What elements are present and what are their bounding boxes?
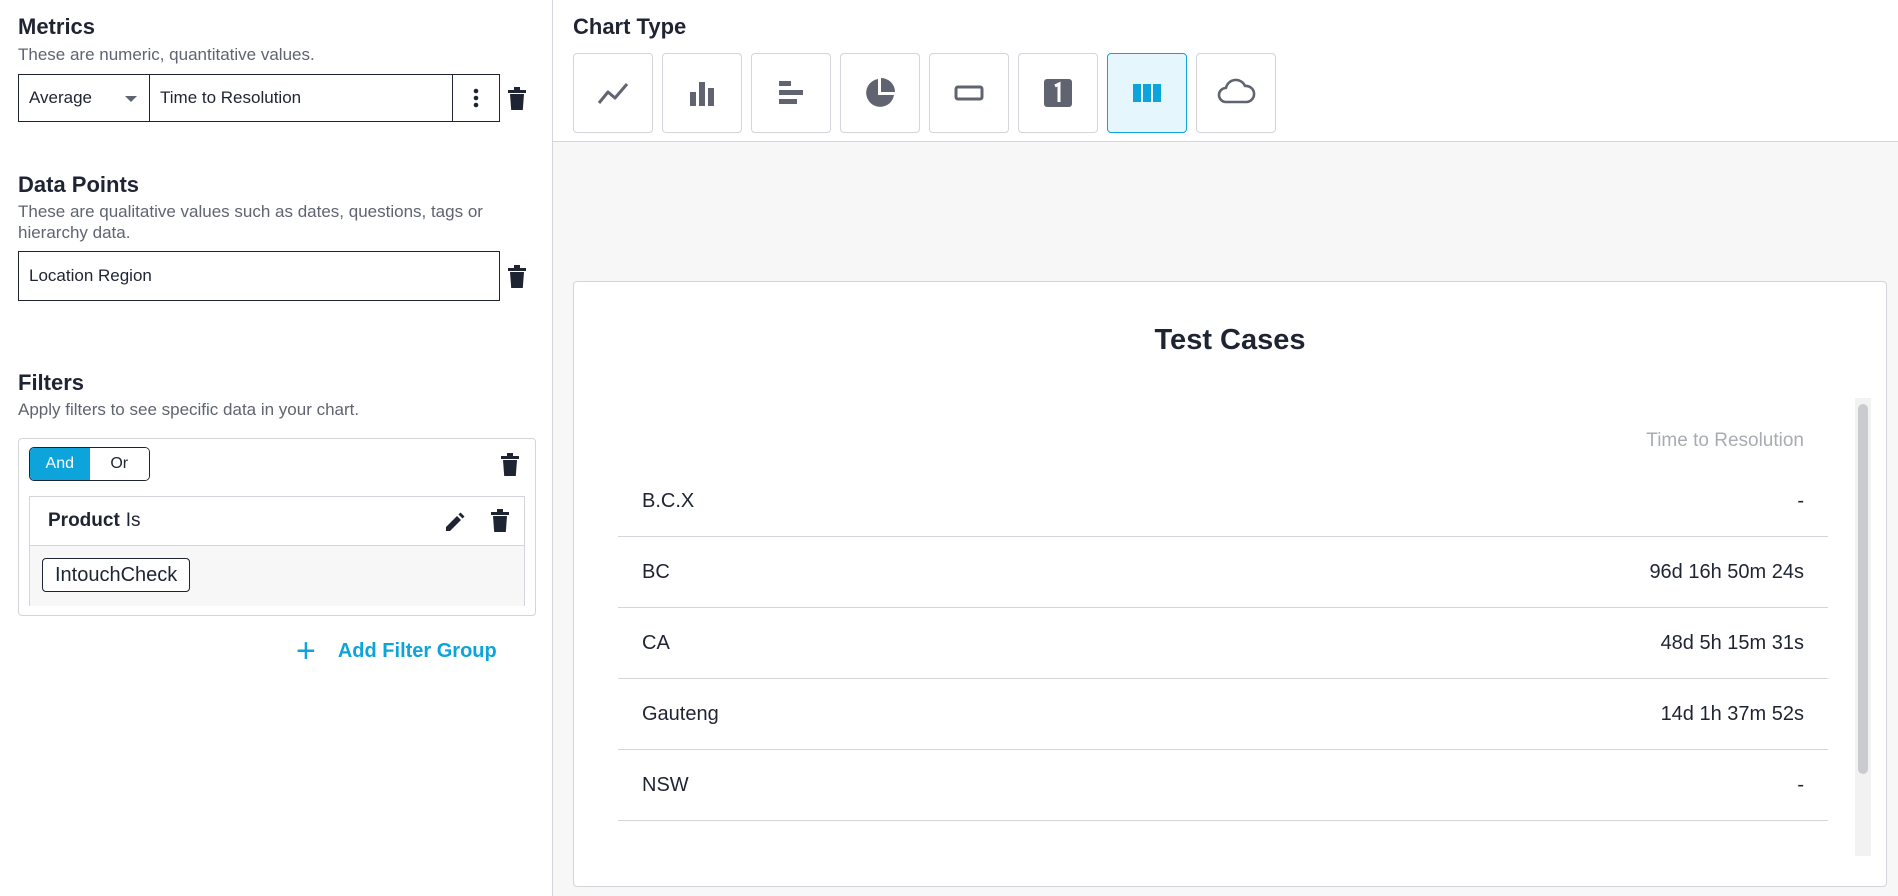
metrics-title: Metrics: [18, 14, 96, 39]
chart-title: Test Cases: [1154, 324, 1306, 356]
chart-type-word-cloud-button[interactable]: [1196, 53, 1276, 133]
caret-down-icon: [125, 96, 137, 102]
data-points-description-line2: hierarchy data.: [18, 223, 131, 242]
chart-type-pie-button[interactable]: [840, 53, 920, 133]
metric-row: Average Time to Resolution: [18, 74, 500, 122]
table-row: CA 48d 5h 15m 31s: [618, 608, 1828, 679]
plus-icon: +: [296, 632, 316, 670]
row-value: 48d 5h 15m 31s: [1660, 631, 1804, 654]
chart-type-table-button[interactable]: [1107, 53, 1187, 133]
delete-metric-trash-icon[interactable]: [507, 87, 527, 111]
delete-filter-trash-icon[interactable]: [490, 509, 510, 533]
column-chart-icon: [690, 82, 714, 106]
chart-builder-panel: Metrics These are numeric, quantitative …: [0, 0, 553, 896]
row-label: B.C.X: [642, 489, 695, 512]
row-value: -: [1797, 489, 1804, 512]
and-or-toggle: And Or: [29, 447, 150, 481]
table-row: Gauteng 14d 1h 37m 52s: [618, 679, 1828, 750]
chart-type-line-button[interactable]: [573, 53, 653, 133]
chart-type-box-button[interactable]: [929, 53, 1009, 133]
chart-type-bar-button[interactable]: [751, 53, 831, 133]
box-icon: [954, 85, 984, 101]
chart-type-number-button[interactable]: [1018, 53, 1098, 133]
kebab-icon: [473, 88, 479, 108]
pie-chart-icon: [866, 78, 895, 107]
metrics-description: These are numeric, quantitative values.: [18, 45, 315, 64]
chart-type-column-button[interactable]: [662, 53, 742, 133]
more-options-button[interactable]: [453, 75, 499, 121]
filter-value-chip[interactable]: IntouchCheck: [42, 558, 191, 592]
filter-group: And Or Product Is IntouchCheck: [18, 438, 536, 616]
table-icon: [1133, 84, 1161, 102]
delete-filter-group-trash-icon[interactable]: [500, 453, 520, 477]
table-row: BC 96d 16h 50m 24s: [618, 537, 1828, 608]
line-chart-icon: [597, 83, 629, 104]
metric-field[interactable]: Time to Resolution: [150, 75, 453, 121]
edit-filter-pencil-icon[interactable]: [444, 511, 466, 533]
row-label: Gauteng: [642, 702, 719, 725]
table-scrollbar[interactable]: [1855, 398, 1871, 856]
chart-type-bar: Chart Type: [553, 0, 1898, 142]
add-filter-group-button[interactable]: + Add Filter Group: [296, 632, 497, 670]
filter-card: Product Is IntouchCheck: [29, 496, 525, 606]
or-toggle-button[interactable]: Or: [89, 448, 149, 480]
column-header-time-to-resolution: Time to Resolution: [1646, 430, 1804, 451]
row-value: 96d 16h 50m 24s: [1649, 560, 1804, 583]
data-point-field[interactable]: Location Region: [18, 251, 500, 301]
table-row: NSW -: [618, 750, 1828, 821]
row-label: NSW: [642, 773, 689, 796]
filter-card-header: Product Is: [30, 497, 524, 546]
filters-description: Apply filters to see specific data in yo…: [18, 400, 360, 419]
aggregation-select[interactable]: Average: [19, 75, 150, 121]
row-value: -: [1797, 773, 1804, 796]
number-icon: [1044, 79, 1072, 107]
aggregation-value: Average: [29, 88, 93, 107]
row-label: BC: [642, 560, 670, 583]
row-label: CA: [642, 631, 670, 654]
and-toggle-button[interactable]: And: [30, 448, 90, 480]
cloud-icon: [1217, 78, 1256, 104]
filter-values: IntouchCheck: [30, 546, 524, 606]
filter-field: Product: [48, 510, 120, 531]
row-value: 14d 1h 37m 52s: [1660, 702, 1804, 725]
bar-chart-icon: [779, 81, 803, 104]
delete-data-point-trash-icon[interactable]: [507, 265, 527, 289]
data-points-description-line1: These are qualitative values such as dat…: [18, 202, 483, 221]
add-filter-group-label: Add Filter Group: [337, 639, 497, 662]
filter-operator: Is: [125, 510, 141, 531]
scrollbar-thumb[interactable]: [1858, 404, 1868, 774]
chart-preview-card: Test Cases Time to Resolution B.C.X - BC 96…: [573, 281, 1887, 887]
table-row: B.C.X -: [618, 466, 1828, 537]
filters-title: Filters: [18, 370, 85, 395]
chart-type-title: Chart Type: [573, 14, 687, 39]
chart-preview-panel: Chart Type Test Cases Time to Resolution…: [553, 0, 1898, 896]
data-points-title: Data Points: [18, 172, 140, 197]
